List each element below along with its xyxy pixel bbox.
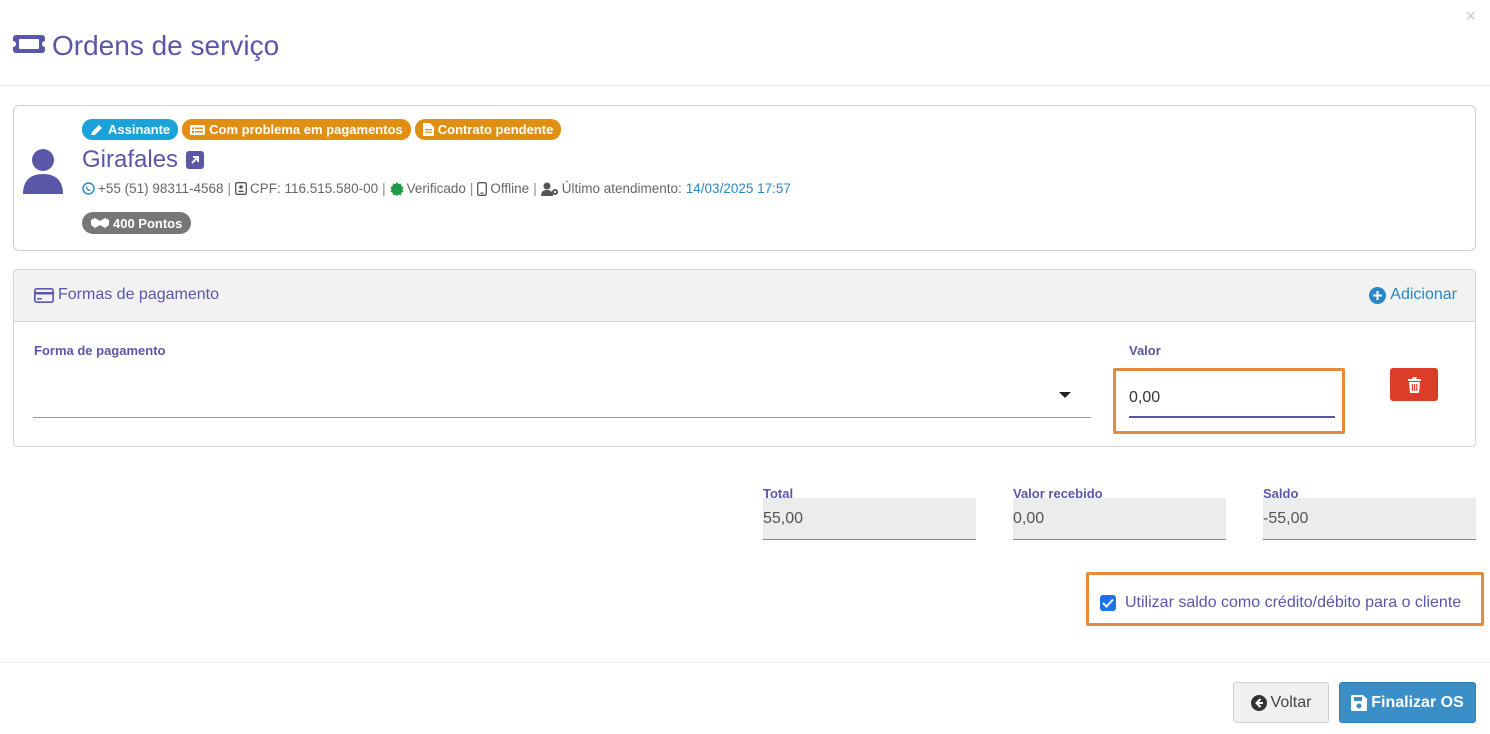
external-link-icon[interactable] xyxy=(186,151,205,169)
payment-method-select[interactable] xyxy=(33,368,1091,418)
check-icon xyxy=(1102,598,1114,608)
total-value: 55,00 xyxy=(763,498,976,540)
mobile-phone-icon xyxy=(477,181,488,196)
use-balance-checkbox[interactable] xyxy=(1100,595,1116,611)
footer-divider xyxy=(0,662,1490,663)
balance-value: -55,00 xyxy=(1263,498,1476,540)
client-name: Girafales xyxy=(82,146,205,174)
last-service-label: Último atendimento: xyxy=(561,181,682,196)
page-title: Ordens de serviço xyxy=(10,30,280,62)
save-icon xyxy=(1351,694,1368,711)
value-input[interactable] xyxy=(1129,380,1335,418)
client-name-link[interactable]: Girafales xyxy=(82,146,178,174)
client-badges: Assinante Com problema em pagamentos Con… xyxy=(82,119,562,140)
plus-circle-icon xyxy=(1369,286,1387,304)
user-avatar-icon xyxy=(23,148,63,199)
client-info-line: +55 (51) 98311-4568 | CPF: 116.515.580-0… xyxy=(82,181,791,196)
badge-contract-pending: Contrato pendente xyxy=(414,119,562,140)
page-title-text: Ordens de serviço xyxy=(52,30,280,61)
use-balance-label: Utilizar saldo como crédito/débito para … xyxy=(1125,594,1462,611)
value-label: Valor xyxy=(1129,343,1161,358)
caret-down-icon xyxy=(1059,392,1071,398)
back-button[interactable]: Voltar xyxy=(1233,682,1329,723)
payment-section-title: Formas de pagamento xyxy=(34,286,219,304)
client-cpf: CPF: 116.515.580-00 xyxy=(250,181,379,196)
finish-os-button[interactable]: Finalizar OS xyxy=(1339,682,1476,723)
client-verified: Verificado xyxy=(406,181,466,196)
document-icon xyxy=(422,123,434,136)
payment-method-label: Forma de pagamento xyxy=(34,343,166,358)
client-status: Offline xyxy=(490,181,530,196)
add-payment-button[interactable]: Adicionar xyxy=(1369,286,1457,304)
received-value: 0,00 xyxy=(1013,498,1226,540)
pencil-icon xyxy=(91,124,102,135)
badge-assinante: Assinante xyxy=(82,119,179,140)
list-card-icon xyxy=(190,124,206,135)
badge-payment-problem: Com problema em pagamentos xyxy=(182,119,411,140)
verified-badge-icon xyxy=(390,181,404,196)
client-card: Assinante Com problema em pagamentos Con… xyxy=(13,105,1476,251)
payment-card: Formas de pagamento Adicionar Forma de p… xyxy=(13,269,1476,447)
ticket-icon xyxy=(10,33,48,60)
handshake-icon xyxy=(91,218,109,228)
use-balance-checkbox-row[interactable]: Utilizar saldo como crédito/débito para … xyxy=(1100,594,1461,612)
last-service-date[interactable]: 14/03/2025 17:57 xyxy=(686,181,791,196)
points-badge: 400 Pontos xyxy=(82,212,192,234)
payment-card-header: Formas de pagamento Adicionar xyxy=(14,270,1475,322)
delete-payment-button[interactable] xyxy=(1390,368,1438,401)
credit-card-icon xyxy=(34,287,54,303)
whatsapp-icon xyxy=(82,182,95,195)
client-phone: +55 (51) 98311-4568 xyxy=(98,181,224,196)
modal-header: Ordens de serviço xyxy=(0,0,1490,86)
id-card-icon xyxy=(235,182,247,195)
arrow-left-circle-icon xyxy=(1250,694,1267,711)
trash-icon xyxy=(1407,376,1421,393)
user-gear-icon xyxy=(540,182,559,196)
